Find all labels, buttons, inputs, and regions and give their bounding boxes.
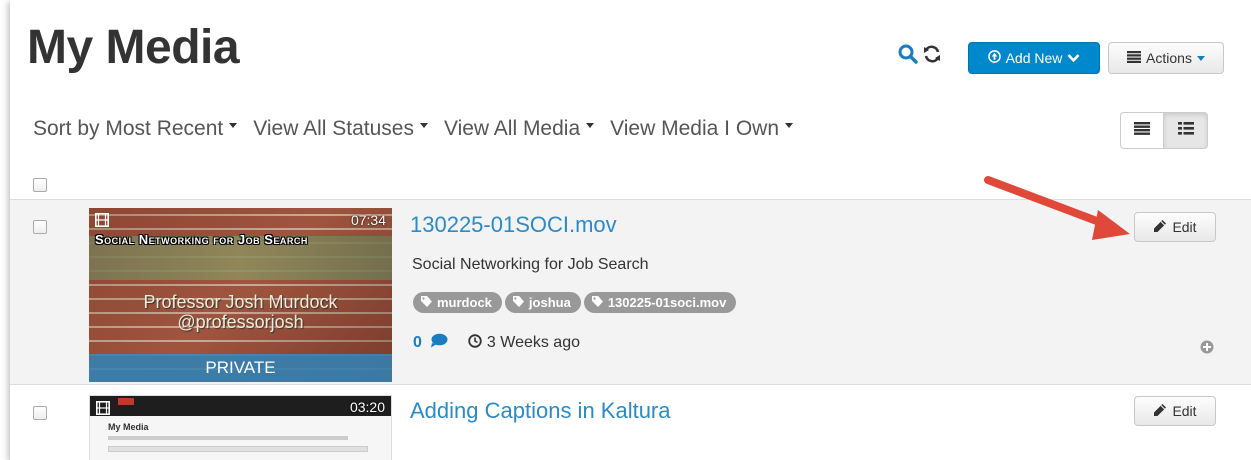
- film-icon: [96, 401, 110, 420]
- tag[interactable]: joshua: [504, 292, 581, 313]
- media-meta: 0 3 Weeks ago: [413, 333, 580, 353]
- caret-down-icon: [1196, 55, 1205, 61]
- tag-icon: [512, 295, 524, 310]
- actions-button[interactable]: Actions: [1108, 42, 1224, 74]
- thumbnail-header: [90, 396, 391, 416]
- thumbnail-title: Social Networking for Job Search: [95, 232, 308, 247]
- upload-date: 3 Weeks ago: [468, 333, 580, 353]
- edit-label: Edit: [1172, 403, 1197, 419]
- comment-icon: [430, 333, 448, 353]
- add-new-button[interactable]: Add New: [968, 42, 1100, 74]
- thumbnail-subtitle: Professor Josh Murdock: [143, 292, 338, 312]
- media-row: 03:20 My Media Adding Captions in Kaltur…: [10, 386, 1251, 460]
- page-title: My Media: [27, 21, 240, 74]
- pencil-icon: [1153, 403, 1167, 420]
- film-icon: [95, 213, 109, 232]
- caret-down-icon: [785, 122, 793, 128]
- top-icon-group: [898, 44, 942, 64]
- annotation-arrow-icon: [984, 176, 1130, 240]
- list-icon: [1127, 50, 1142, 66]
- sort-dropdown[interactable]: Sort by Most Recent: [33, 117, 238, 141]
- chevron-down-icon: [1067, 50, 1080, 66]
- thumbnail-handle: @professorjosh: [177, 312, 304, 332]
- actions-label: Actions: [1146, 50, 1192, 66]
- tag-label: joshua: [528, 295, 571, 310]
- search-icon[interactable]: [898, 44, 918, 64]
- edit-label: Edit: [1172, 219, 1197, 235]
- status-badge: PRIVATE: [89, 354, 392, 382]
- filter-label: Sort by Most Recent: [33, 117, 224, 140]
- caret-down-icon: [586, 122, 595, 128]
- status-dropdown[interactable]: View All Statuses: [253, 117, 428, 141]
- comment-count: 0: [413, 334, 422, 351]
- media-title-link[interactable]: Adding Captions in Kaltura: [410, 398, 671, 424]
- detailed-view-button[interactable]: [1164, 112, 1208, 149]
- refresh-icon[interactable]: [922, 44, 942, 64]
- list-icon: [1134, 121, 1150, 140]
- filter-bar: Sort by Most Recent View All Statuses Vi…: [33, 117, 793, 141]
- duration-label: 07:34: [350, 212, 386, 228]
- thumbnail-title: My Media: [108, 422, 149, 432]
- logo-mark: [118, 398, 134, 405]
- my-media-page: My Media Add New Actions Sort by Most Re…: [10, 0, 1251, 460]
- media-title-link[interactable]: 130225-01SOCI.mov: [410, 212, 617, 238]
- filter-label: View All Statuses: [253, 117, 414, 140]
- tag[interactable]: murdock: [413, 292, 502, 313]
- add-new-label: Add New: [1005, 50, 1063, 66]
- thumbnail-list: [108, 446, 368, 452]
- media-thumbnail[interactable]: 07:34 Social Networking for Job Search P…: [89, 208, 392, 382]
- upload-icon: [987, 50, 1001, 66]
- select-all-checkbox[interactable]: [33, 178, 47, 192]
- duration-label: 03:20: [349, 399, 385, 415]
- row-checkbox[interactable]: [33, 406, 47, 420]
- media-description: Social Networking for Job Search: [412, 256, 649, 273]
- tag-label: 130225-01soci.mov: [607, 295, 727, 310]
- caret-down-icon: [229, 122, 238, 128]
- edit-button[interactable]: Edit: [1134, 396, 1216, 426]
- view-mode-toggle: [1120, 112, 1208, 149]
- comments-link[interactable]: 0: [413, 333, 448, 353]
- tag[interactable]: 130225-01soci.mov: [583, 292, 737, 313]
- media-type-dropdown[interactable]: View All Media: [443, 117, 595, 141]
- filter-label: View All Media: [443, 117, 581, 140]
- date-label: 3 Weeks ago: [486, 334, 580, 351]
- list-view-button[interactable]: [1120, 112, 1164, 149]
- media-thumbnail[interactable]: 03:20 My Media: [89, 395, 392, 460]
- ownership-dropdown[interactable]: View Media I Own: [610, 117, 793, 141]
- detailed-list-icon: [1177, 121, 1194, 140]
- tag-list: murdock joshua 130225-01soci.mov: [413, 292, 737, 313]
- thumbnail-filter-bar: [108, 436, 348, 440]
- pencil-icon: [1153, 219, 1167, 236]
- filter-label: View Media I Own: [610, 117, 779, 140]
- tag-icon: [591, 295, 603, 310]
- tag-icon: [421, 295, 432, 310]
- edit-button[interactable]: Edit: [1134, 212, 1216, 242]
- caret-down-icon: [419, 122, 428, 128]
- tag-label: murdock: [437, 295, 492, 310]
- row-checkbox[interactable]: [33, 220, 47, 234]
- plus-circle-icon[interactable]: [1200, 340, 1214, 359]
- clock-icon: [468, 333, 482, 353]
